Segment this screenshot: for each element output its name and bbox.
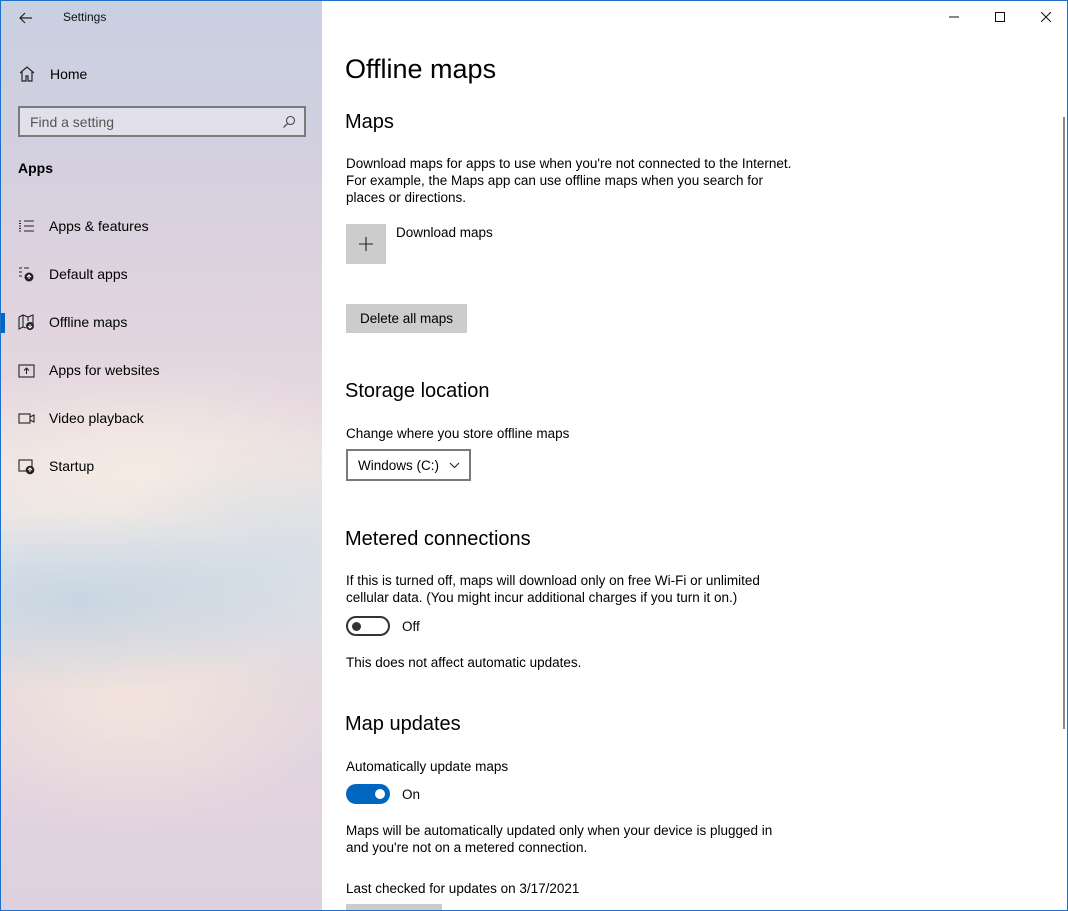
startup-icon: [18, 459, 35, 475]
plus-icon: [359, 237, 373, 251]
home-icon: [19, 66, 35, 82]
page-title: Offline maps: [345, 54, 497, 84]
maps-heading: Maps: [345, 111, 394, 133]
map-updates-heading: Map updates: [345, 713, 461, 735]
maximize-button[interactable]: [977, 1, 1023, 33]
back-button[interactable]: [15, 7, 37, 29]
search-box[interactable]: [18, 106, 306, 137]
metered-toggle[interactable]: [346, 616, 390, 636]
close-button[interactable]: [1023, 1, 1067, 33]
sidebar: Settings Home Apps Apps & features Defau…: [1, 1, 322, 910]
video-icon: [18, 413, 35, 424]
sidebar-item-apps-features[interactable]: Apps & features: [1, 207, 322, 245]
last-checked-text: Last checked for updates on 3/17/2021: [346, 881, 580, 896]
title-bar: Settings: [1, 1, 322, 33]
scrollbar[interactable]: [1063, 117, 1065, 729]
minimize-button[interactable]: [931, 1, 977, 33]
window-controls: [931, 1, 1067, 33]
sidebar-item-label: Apps for websites: [49, 362, 160, 378]
open-in-app-icon: [18, 364, 35, 378]
settings-window: Settings Home Apps Apps & features Defau…: [0, 0, 1068, 911]
toggle-knob: [352, 622, 361, 631]
apps-section-label: Apps: [18, 160, 53, 176]
list-icon: [19, 220, 34, 232]
sidebar-item-label: Default apps: [49, 266, 128, 282]
search-icon[interactable]: [282, 115, 296, 129]
metered-toggle-state: Off: [402, 619, 420, 634]
storage-location-dropdown[interactable]: Windows (C:): [346, 449, 471, 481]
metered-note: This does not affect automatic updates.: [346, 655, 582, 670]
back-arrow-icon: [19, 12, 32, 24]
dropdown-value: Windows (C:): [358, 458, 440, 473]
sidebar-item-startup[interactable]: Startup: [1, 447, 322, 485]
toggle-knob: [375, 789, 385, 799]
sidebar-item-label: Apps & features: [49, 218, 149, 234]
map-icon: [18, 314, 34, 330]
sidebar-item-label: Offline maps: [49, 314, 128, 330]
sidebar-item-video-playback[interactable]: Video playback: [1, 399, 322, 437]
home-nav-item[interactable]: Home: [1, 57, 322, 91]
chevron-down-icon: [449, 462, 460, 469]
sidebar-item-default-apps[interactable]: Default apps: [1, 255, 322, 293]
check-now-button[interactable]: [346, 904, 442, 910]
map-updates-note: Maps will be automatically updated only …: [346, 823, 773, 855]
default-apps-icon: [19, 267, 34, 282]
search-input[interactable]: [20, 108, 304, 135]
auto-update-toggle[interactable]: [346, 784, 390, 804]
sidebar-item-label: Startup: [49, 458, 95, 474]
download-maps-button[interactable]: [346, 224, 386, 264]
close-icon: [1041, 12, 1051, 22]
home-label: Home: [50, 66, 88, 82]
sidebar-item-label: Video playback: [49, 410, 144, 426]
sidebar-item-apps-for-websites[interactable]: Apps for websites: [1, 351, 322, 389]
minimize-icon: [949, 16, 959, 18]
storage-heading: Storage location: [345, 380, 490, 402]
metered-heading: Metered connections: [345, 528, 531, 550]
delete-all-maps-button[interactable]: Delete all maps: [346, 304, 468, 333]
app-title: Settings: [63, 10, 107, 24]
maximize-icon: [995, 12, 1005, 22]
main-content: Offline maps Maps Download maps for apps…: [322, 1, 1067, 910]
auto-update-toggle-state: On: [402, 787, 421, 802]
download-maps-label[interactable]: Download maps: [396, 225, 493, 240]
metered-description: If this is turned off, maps will downloa…: [346, 573, 760, 605]
maps-description: Download maps for apps to use when you'r…: [346, 156, 792, 205]
auto-update-label: Automatically update maps: [346, 759, 509, 774]
selection-indicator: [1, 313, 5, 333]
storage-description: Change where you store offline maps: [346, 426, 570, 441]
sidebar-item-offline-maps[interactable]: Offline maps: [1, 303, 322, 341]
